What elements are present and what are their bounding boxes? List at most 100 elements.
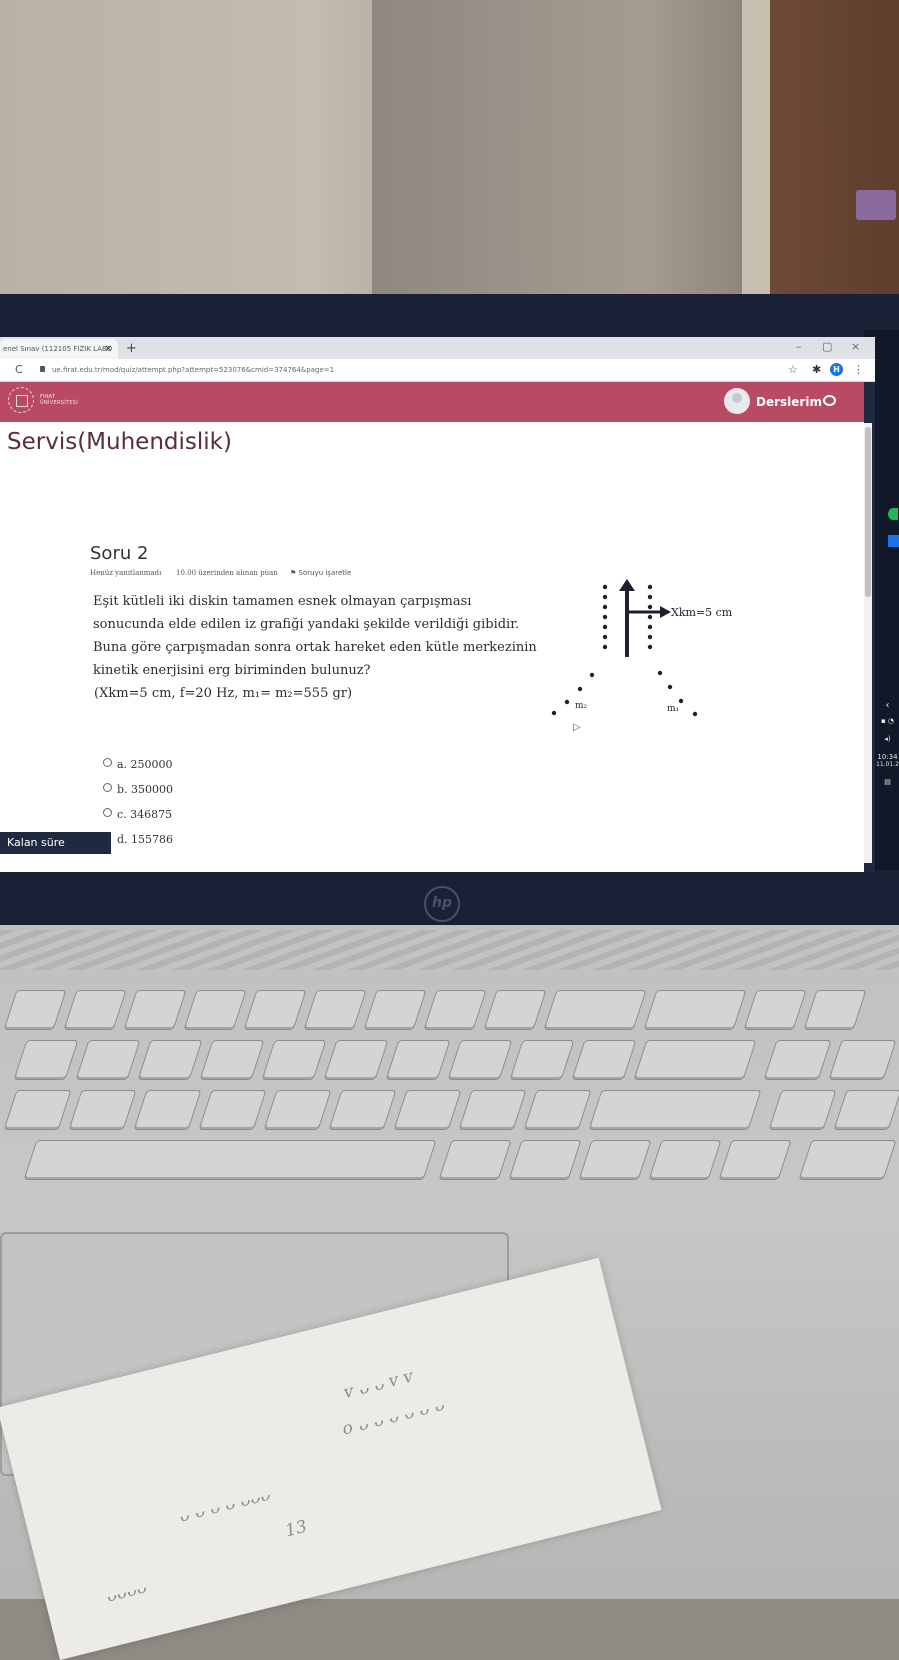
track-dot xyxy=(647,594,653,600)
user-avatar[interactable] xyxy=(724,388,750,414)
flag-question-label: Soruyu işaretle xyxy=(298,569,352,577)
scrollbar-thumb[interactable] xyxy=(865,427,871,597)
logo-line-2: ÜNİVERSİTESİ xyxy=(40,400,79,406)
track-dot xyxy=(692,711,698,717)
tray-icons[interactable]: ▪ ◔ xyxy=(876,717,899,725)
question-formula: (Xkm=5 cm, f=20 Hz, m₁= m₂=555 gr) xyxy=(94,686,353,701)
question-marks: 10.00 üzerinden alınan puan xyxy=(176,569,278,577)
track-dot xyxy=(602,634,608,640)
answer-option-a[interactable]: a. 250000 xyxy=(103,758,173,771)
bookmark-star-icon[interactable]: ☆ xyxy=(788,359,798,381)
background-cabinet xyxy=(770,0,899,300)
radio-button[interactable] xyxy=(103,758,112,767)
my-courses-link[interactable]: Derslerim xyxy=(756,382,822,422)
minimize-button[interactable]: – xyxy=(796,337,802,357)
key xyxy=(833,1090,899,1130)
question-line: kinetik enerjisini erg biriminden bulunu… xyxy=(93,663,371,678)
question-text: Eşit kütleli iki diskin tamamen esnek ol… xyxy=(93,590,563,682)
xkm-label: Xkm=5 cm xyxy=(671,606,733,619)
option-label: a. 250000 xyxy=(117,758,173,771)
track-dot xyxy=(564,699,570,705)
trajectory-diagram: Xkm=5 cm m₂ m₁ xyxy=(551,579,733,717)
window-close-button[interactable]: × xyxy=(851,337,860,357)
background-door xyxy=(372,0,762,300)
track-dot xyxy=(589,672,595,678)
browser-tab[interactable]: enel Sınav (112105 FIZIK LABO × xyxy=(0,339,118,359)
browser-menu-icon[interactable]: ⋮ xyxy=(853,359,864,381)
browser-tabbar: enel Sınav (112105 FIZIK LABO × + – ▢ × xyxy=(0,337,875,359)
key xyxy=(798,1140,897,1180)
laptop-screen: enel Sınav (112105 FIZIK LABO × + – ▢ × … xyxy=(0,337,875,872)
track-dot xyxy=(647,624,653,630)
track-dot xyxy=(577,686,583,692)
lock-icon xyxy=(40,366,45,372)
track-dot xyxy=(551,710,557,716)
track-dot xyxy=(602,624,608,630)
key xyxy=(543,990,647,1030)
university-seal-icon[interactable] xyxy=(8,387,34,413)
paper-note-text: ᴗᴗᴗᴗ xyxy=(103,1577,149,1607)
key xyxy=(588,1090,762,1130)
volume-icon[interactable]: ◂) xyxy=(876,735,899,743)
paper-note-text: 13 xyxy=(283,1516,310,1542)
track-dot xyxy=(602,604,608,610)
app-icon[interactable] xyxy=(888,535,899,547)
clock-time[interactable]: 10:34 xyxy=(876,753,899,761)
m1-label: m₁ xyxy=(667,704,679,714)
horizontal-arrowhead xyxy=(660,606,671,618)
chevron-left-icon[interactable]: ‹ xyxy=(876,700,899,711)
clock-date[interactable]: 11.01.2021 xyxy=(876,761,899,768)
course-title: Servis(Muhendislik) xyxy=(7,429,232,455)
track-dot xyxy=(647,584,653,590)
tab-close-icon[interactable]: × xyxy=(104,339,112,359)
new-tab-button[interactable]: + xyxy=(126,339,137,359)
key xyxy=(643,990,747,1030)
track-dot xyxy=(602,614,608,620)
flag-question-link[interactable]: ⚑ Soruyu işaretle xyxy=(290,569,351,577)
chat-icon[interactable] xyxy=(823,395,836,406)
paper-note-text: ᴠ ᴗ ᴗ ᴠ ᴠ xyxy=(341,1366,416,1404)
vertical-arrowhead xyxy=(619,579,635,591)
track-dot xyxy=(602,584,608,590)
mouse-cursor-icon: ▷ xyxy=(573,722,581,733)
timer-value: 0:45:46 xyxy=(7,858,55,871)
key xyxy=(633,1040,757,1080)
option-label: d. 155786 xyxy=(117,833,174,846)
track-dot xyxy=(647,604,653,610)
answer-option-b[interactable]: b. 350000 xyxy=(103,783,173,796)
track-dot xyxy=(647,644,653,650)
site-header: FIRAT ÜNİVERSİTESİ Derslerim xyxy=(0,382,875,422)
radio-button[interactable] xyxy=(103,808,112,817)
question-line: Buna göre çarpışmadan sonra ortak hareke… xyxy=(93,640,537,655)
university-logo-text: FIRAT ÜNİVERSİTESİ xyxy=(40,394,78,406)
answer-option-c[interactable]: c. 346875 xyxy=(103,808,172,821)
url-field[interactable]: ue.firat.edu.tr/mod/quiz/attempt.php?att… xyxy=(52,359,334,381)
question-status: Henüz yanıtlanmadı xyxy=(90,569,162,577)
radio-button[interactable] xyxy=(103,783,112,792)
maximize-button[interactable]: ▢ xyxy=(822,337,832,357)
timer-label: Kalan süre xyxy=(7,836,65,849)
speaker-grille xyxy=(0,930,899,970)
notification-icon[interactable]: ▤ xyxy=(876,778,899,786)
reload-icon[interactable]: C xyxy=(15,359,23,381)
key xyxy=(23,1140,437,1180)
time-remaining: Kalan süre 0:45:46 xyxy=(0,832,111,871)
door-frame xyxy=(742,0,770,300)
answer-option-d[interactable]: d. 155786 xyxy=(117,833,173,846)
browser-tab-title: enel Sınav (112105 FIZIK LABO xyxy=(3,345,113,353)
paper-note-text: ᴗ ᴗ ᴗ ᴗ ᴗᴗᴗ xyxy=(176,1484,272,1527)
system-tray: ‹ ▪ ◔ ◂) 10:34 11.01.2021 ▤ xyxy=(876,700,899,786)
track-dot xyxy=(667,684,673,690)
question-title: Soru 2 xyxy=(90,543,149,564)
profile-avatar[interactable]: H xyxy=(830,363,843,376)
spotify-icon[interactable] xyxy=(888,508,898,520)
m2-label: m₂ xyxy=(575,701,588,711)
hp-logo: hp xyxy=(424,886,460,922)
extensions-icon[interactable]: ✱ xyxy=(812,359,821,381)
track-dot xyxy=(657,670,663,676)
track-dot xyxy=(602,594,608,600)
wall-sticker xyxy=(856,190,896,220)
track-dot xyxy=(678,698,684,704)
address-bar: C ue.firat.edu.tr/mod/quiz/attempt.php?a… xyxy=(0,359,875,382)
paper-note-text: o ᴗ ᴗ ᴗ ᴗ ᴗ ᴗ xyxy=(340,1394,447,1440)
